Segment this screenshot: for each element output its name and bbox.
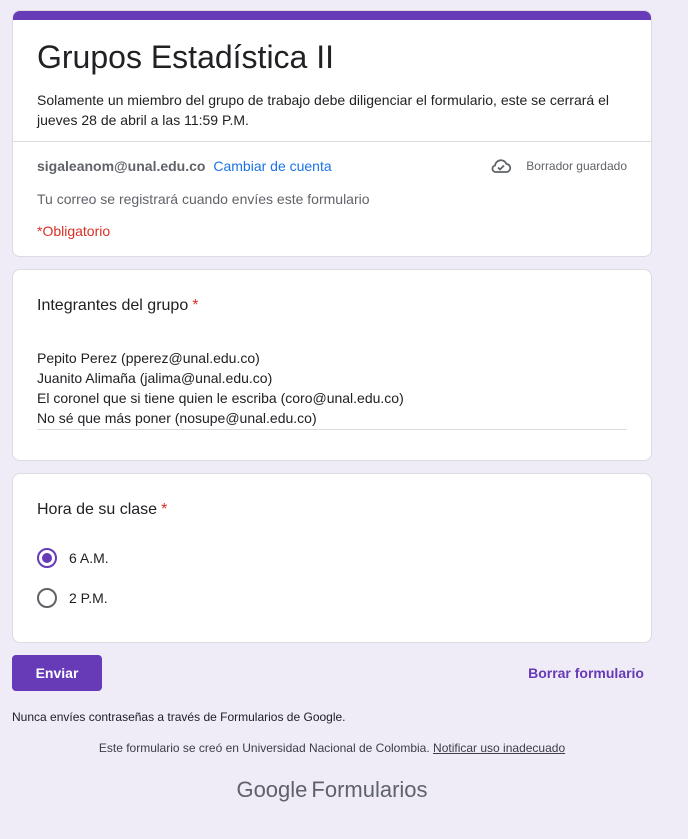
switch-account-link[interactable]: Cambiar de cuenta bbox=[213, 158, 331, 174]
google-forms-logo[interactable]: Google Formularios bbox=[0, 775, 664, 805]
radio-option-6am[interactable]: 6 A.M. bbox=[37, 546, 109, 570]
radio-button[interactable] bbox=[37, 588, 57, 608]
answer-line: El coronel que si tiene quien le escriba… bbox=[37, 390, 404, 406]
submit-button[interactable]: Enviar bbox=[12, 655, 102, 691]
radio-label: 6 A.M. bbox=[69, 550, 109, 566]
password-warning: Nunca envíes contraseñas a través de For… bbox=[12, 710, 346, 724]
question-title: Hora de su clase * bbox=[37, 498, 167, 522]
divider bbox=[13, 141, 651, 142]
account-row: sigaleanom@unal.edu.co Cambiar de cuenta… bbox=[37, 156, 627, 176]
question-card-class-hour: Hora de su clase * 6 A.M. 2 P.M. bbox=[12, 473, 652, 643]
created-in-text: Este formulario se creó en Universidad N… bbox=[98, 741, 430, 755]
required-star: * bbox=[161, 501, 168, 518]
form-header-card: Grupos Estadística II Solamente un miemb… bbox=[12, 10, 652, 257]
account-email: sigaleanom@unal.edu.co bbox=[37, 158, 206, 174]
radio-label: 2 P.M. bbox=[69, 590, 108, 606]
question-card-members: Integrantes del grupo * Pepito Perez (ppe… bbox=[12, 269, 652, 461]
forms-wordmark: Formularios bbox=[311, 777, 428, 802]
email-notice: Tu correo se registrará cuando envíes es… bbox=[37, 191, 370, 207]
required-star: * bbox=[192, 297, 199, 314]
draft-status: Borrador guardado bbox=[490, 156, 627, 176]
answer-line: Pepito Perez (pperez@unal.edu.co) bbox=[37, 350, 260, 366]
radio-button-checked[interactable] bbox=[37, 548, 57, 568]
created-in-note: Este formulario se creó en Universidad N… bbox=[0, 740, 664, 756]
members-answer-field[interactable]: Pepito Perez (pperez@unal.edu.co) Juanit… bbox=[37, 348, 627, 430]
question-title: Integrantes del grupo * bbox=[37, 294, 198, 318]
form-title: Grupos Estadística II bbox=[37, 39, 335, 75]
accent-bar bbox=[13, 11, 651, 20]
google-wordmark: Google bbox=[236, 777, 308, 802]
answer-line: No sé que más poner (nosupe@unal.edu.co) bbox=[37, 410, 317, 426]
question-title-text: Hora de su clase bbox=[37, 501, 158, 518]
draft-status-label: Borrador guardado bbox=[526, 159, 627, 173]
required-notice: *Obligatorio bbox=[37, 223, 111, 239]
report-abuse-link[interactable]: Notificar uso inadecuado bbox=[433, 741, 565, 755]
cloud-check-icon bbox=[491, 159, 512, 173]
question-title-text: Integrantes del grupo bbox=[37, 297, 189, 314]
form-description: Solamente un miembro del grupo de trabaj… bbox=[37, 92, 609, 128]
radio-option-2pm[interactable]: 2 P.M. bbox=[37, 586, 108, 610]
answer-line: Juanito Alimaña (jalima@unal.edu.co) bbox=[37, 370, 273, 386]
clear-form-button[interactable]: Borrar formulario bbox=[528, 663, 644, 683]
